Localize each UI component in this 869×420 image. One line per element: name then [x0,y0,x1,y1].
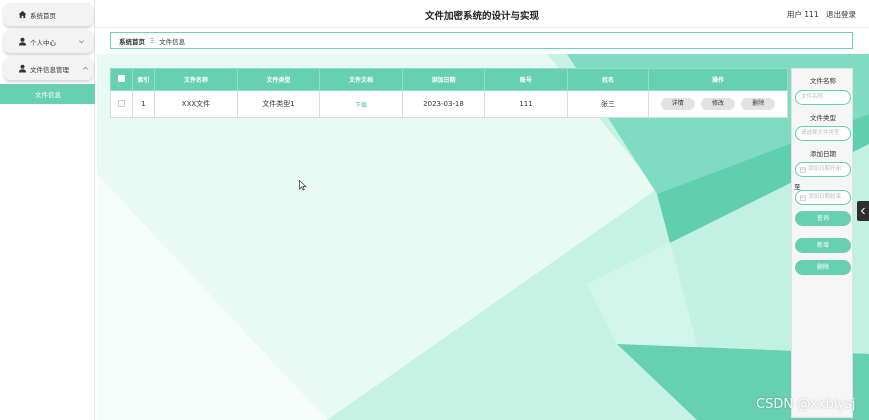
column-header: 操作 [648,68,788,91]
date-start-placeholder: 添加日期开始 [808,166,842,172]
cell-index: 1 [132,90,155,118]
file-type-select[interactable]: 请选择文件类型 [795,126,851,141]
file-table: 索引 文件名称 文件类型 文件文档 添加日期 账号 姓名 操作 1 XXX文件 … [110,68,788,118]
delete-row-button[interactable]: 删除 [741,98,776,110]
download-link[interactable]: 下载 [355,102,367,109]
user-icon [18,64,27,73]
row-select-cell[interactable] [110,90,133,118]
column-header: 添加日期 [402,68,485,91]
calendar-icon [800,167,806,173]
column-header: 姓名 [567,68,649,91]
sidebar-item-home[interactable]: 系统首页 [4,3,93,26]
filter-type-label: 文件类型 [810,114,836,122]
main-content: 索引 文件名称 文件类型 文件文档 添加日期 账号 姓名 操作 1 XXX文件 … [97,54,869,420]
column-header: 文件名称 [154,68,238,91]
table-row: 1 XXX文件 文件类型1 下载 2023-03-18 111 张三 详情 修改… [110,90,788,118]
column-header: 账号 [484,68,568,91]
add-button[interactable]: 新增 [795,238,851,253]
cell-file-name: XXX文件 [154,90,238,118]
mouse-pointer-icon [299,180,307,191]
batch-delete-button[interactable]: 删除 [795,260,851,275]
home-icon [18,10,27,19]
detail-button[interactable]: 详情 [660,98,695,110]
panel-collapse-toggle[interactable] [857,201,869,221]
sidebar-item-personal-center[interactable]: 个人中心 [4,30,93,53]
column-header: 索引 [132,68,155,91]
cell-file-type: 文件类型1 [237,90,320,118]
sidebar: 系统首页 个人中心 文件信息管理 文件信息 [0,0,95,420]
file-table-container: 索引 文件名称 文件类型 文件文档 添加日期 账号 姓名 操作 1 XXX文件 … [110,68,788,118]
breadcrumb-current: 文件信息 [159,37,186,46]
sidebar-item-label: 个人中心 [30,38,56,47]
chevron-up-icon [83,66,88,70]
column-header: 文件类型 [237,68,320,91]
sidebar-item-label: 文件信息管理 [30,65,69,74]
row-checkbox[interactable] [118,99,125,107]
top-header: 文件加密系统的设计与实现 用户 111 退出登录 [95,0,869,28]
filter-name-label: 文件名称 [810,77,836,85]
username: 用户 111 [786,10,819,19]
user-icon [18,37,27,46]
logout-link[interactable]: 退出登录 [826,10,856,19]
cell-date: 2023-03-18 [402,90,485,118]
chevron-left-icon [860,207,865,215]
user-area: 用户 111 退出登录 [782,9,856,20]
calendar-icon [800,195,806,201]
breadcrumb: 系统首页 Ξ 文件信息 [110,32,853,49]
table-header-row: 索引 文件名称 文件类型 文件文档 添加日期 账号 姓名 操作 [110,68,788,91]
select-all-checkbox[interactable] [118,75,125,82]
sidebar-item-label: 系统首页 [30,11,56,20]
search-button[interactable]: 查询 [795,211,851,226]
watermark: CSDN @xxbiysj [756,397,856,412]
select-all-cell[interactable] [110,68,133,91]
edit-button[interactable]: 修改 [701,98,735,110]
sidebar-item-file-management[interactable]: 文件信息管理 [4,57,93,80]
filter-date-label: 添加日期 [810,150,836,158]
breadcrumb-home[interactable]: 系统首页 [119,36,145,46]
chevron-down-icon [79,40,84,44]
cell-person: 张三 [567,90,649,118]
date-end-input[interactable]: 添加日期结束 [795,190,851,205]
breadcrumb-separator: Ξ [150,36,155,45]
page-title: 文件加密系统的设计与实现 [424,11,539,22]
cell-account: 111 [484,90,568,118]
cell-file-document: 下载 [319,90,403,118]
column-header: 文件文档 [319,68,403,91]
sidebar-subitem-file-info[interactable]: 文件信息 [0,84,95,104]
file-name-input[interactable]: 文件名称 [795,90,851,105]
date-start-input[interactable]: 添加日期开始 [795,162,851,177]
cell-actions: 详情 修改 删除 [648,90,788,118]
filter-panel: 文件名称 文件名称 文件类型 请选择文件类型 添加日期 添加日期开始 至 添加日… [791,68,853,418]
date-end-placeholder: 添加日期结束 [808,194,842,200]
